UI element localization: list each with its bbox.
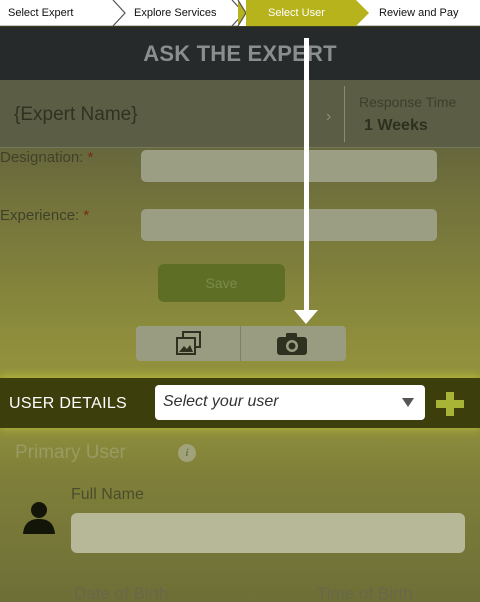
caret-down-icon xyxy=(402,398,414,407)
user-select-value: Select your user xyxy=(163,393,279,410)
checkout-stepper: Select Expert Explore Services Select Us… xyxy=(0,0,480,26)
step-chevron-icon xyxy=(112,0,126,26)
info-icon[interactable]: i xyxy=(178,444,196,462)
arrow-head-icon xyxy=(294,310,318,324)
page-title: ASK THE EXPERT xyxy=(143,41,337,66)
step-select-expert[interactable]: Select Expert xyxy=(8,0,73,26)
experience-field[interactable] xyxy=(141,209,437,241)
response-time-label: Response Time xyxy=(359,94,457,110)
full-name-field[interactable] xyxy=(71,513,465,553)
designation-field[interactable] xyxy=(141,150,437,182)
expert-name: {Expert Name} xyxy=(14,104,138,125)
required-marker: * xyxy=(87,149,94,166)
plus-icon[interactable] xyxy=(434,390,466,418)
step-review-and-pay[interactable]: Review and Pay xyxy=(379,0,459,26)
step-explore-services[interactable]: Explore Services xyxy=(134,0,217,26)
chevron-right-icon: › xyxy=(326,108,332,125)
page-header: ASK THE EXPERT xyxy=(0,27,480,80)
primary-user-label: Primary User xyxy=(15,442,126,463)
step-active-notch-icon xyxy=(237,0,246,26)
time-of-birth-label: Time of Birth xyxy=(317,584,413,602)
step-select-user[interactable]: Select User xyxy=(238,0,356,26)
designation-label: Designation: * xyxy=(0,149,94,166)
divider xyxy=(240,326,241,361)
user-details-label: USER DETAILS xyxy=(9,395,127,412)
arrow-down-icon xyxy=(304,38,309,316)
required-marker: * xyxy=(83,207,90,224)
response-time-value: 1 Weeks xyxy=(364,117,428,134)
person-icon xyxy=(23,502,55,534)
step-active-chevron-icon xyxy=(356,0,369,26)
save-button[interactable]: Save xyxy=(158,264,285,302)
media-button-group xyxy=(136,326,346,361)
date-of-birth-label: Date of Birth xyxy=(74,584,169,602)
camera-icon[interactable] xyxy=(276,332,308,356)
experience-label: Experience: * xyxy=(0,207,90,224)
full-name-label: Full Name xyxy=(71,486,144,503)
gallery-icon[interactable] xyxy=(174,331,204,357)
divider xyxy=(344,86,345,142)
